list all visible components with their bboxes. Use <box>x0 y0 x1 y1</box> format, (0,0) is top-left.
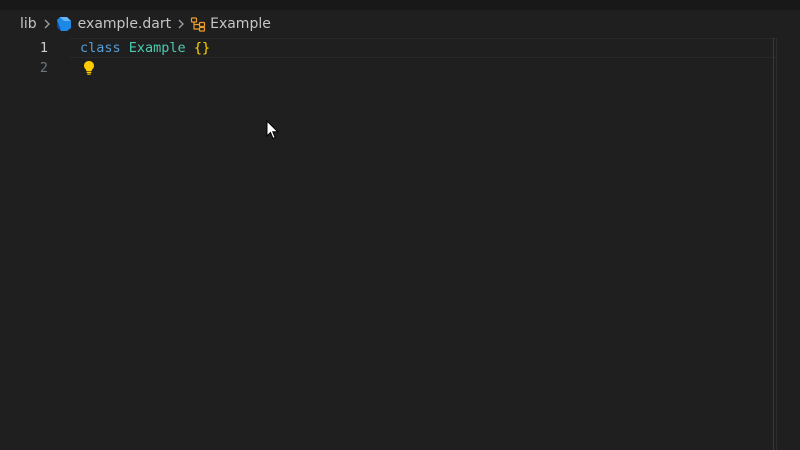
line-number: 2 <box>39 60 48 76</box>
line-number: 1 <box>39 40 48 56</box>
code-line[interactable]: 2 <box>0 58 776 78</box>
keyword-token: class <box>80 40 121 56</box>
lightbulb-icon[interactable] <box>82 60 96 76</box>
chevron-right-icon <box>177 18 185 30</box>
code-editor[interactable]: 1 class Example {} 2 <box>0 38 800 450</box>
breadcrumb-symbol[interactable]: Example <box>190 13 271 35</box>
breadcrumb-file-label: example.dart <box>77 16 172 32</box>
mouse-cursor-icon <box>266 119 280 144</box>
class-symbol-icon <box>190 16 206 32</box>
breadcrumb-folder[interactable]: lib <box>20 13 37 35</box>
breadcrumb-folder-label: lib <box>20 16 37 32</box>
dart-file-icon <box>56 16 72 32</box>
chevron-right-icon <box>43 18 51 30</box>
breadcrumb: lib example.dart Example <box>0 10 800 38</box>
brace-token: {} <box>193 40 211 56</box>
class-name-token: Example <box>128 40 186 56</box>
code-line[interactable]: 1 class Example {} <box>0 38 776 58</box>
breadcrumb-symbol-label: Example <box>210 16 271 32</box>
breadcrumb-file[interactable]: example.dart <box>56 13 171 35</box>
title-strip <box>0 0 800 10</box>
code-text[interactable]: class Example {} <box>80 38 210 58</box>
vertical-scrollbar[interactable] <box>773 38 777 450</box>
